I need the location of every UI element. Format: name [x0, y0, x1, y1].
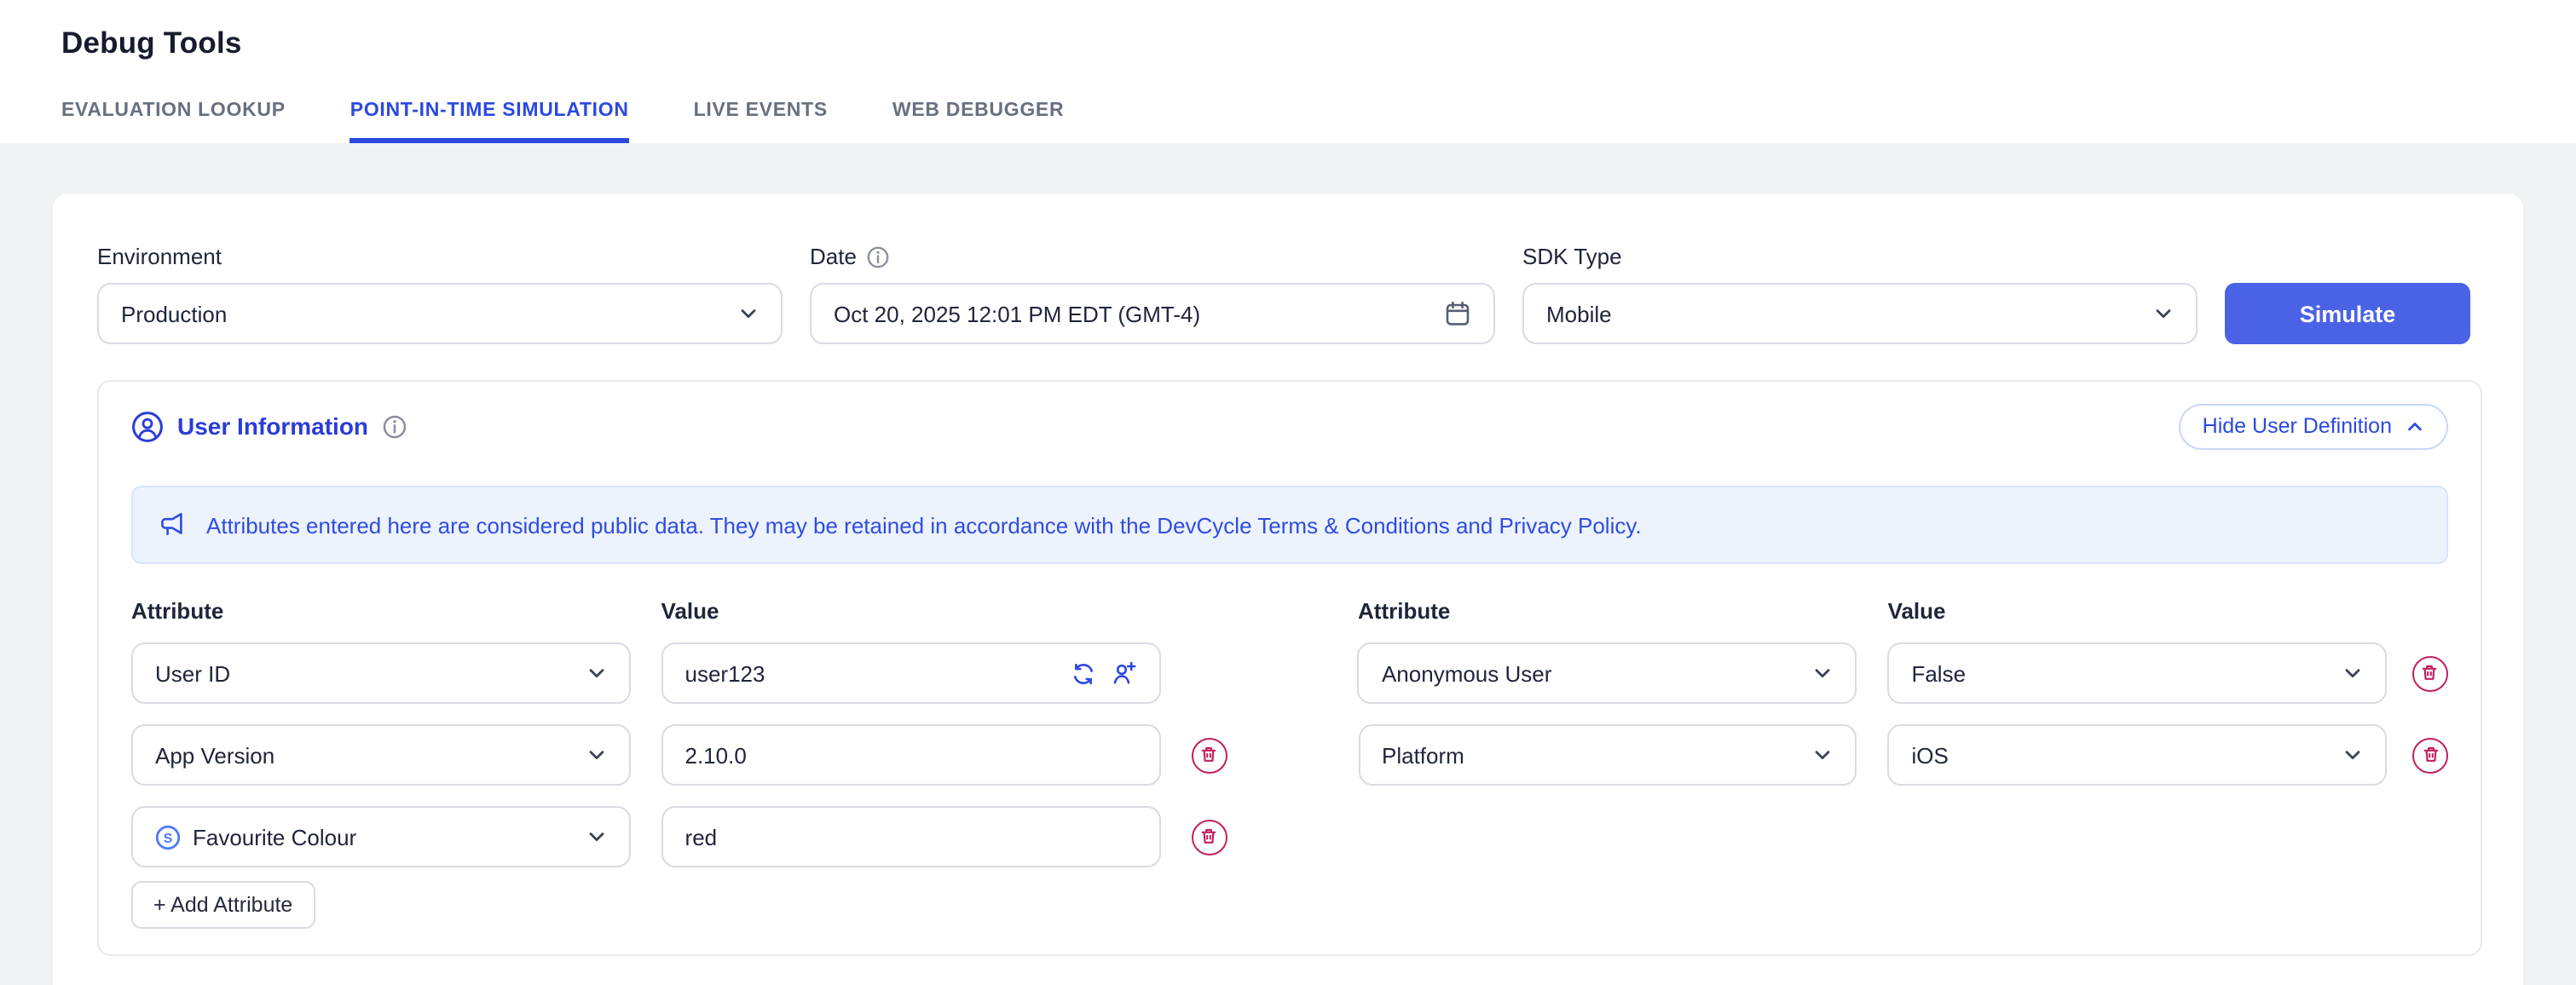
attribute-name: Favourite Colour	[193, 824, 356, 850]
attribute-column-header: Attribute	[131, 600, 631, 622]
chevron-down-icon	[586, 745, 607, 765]
debug-tools-page: Debug Tools EVALUATION LOOKUP POINT-IN-T…	[0, 0, 2576, 985]
tab-evaluation-lookup[interactable]: EVALUATION LOOKUP	[61, 101, 286, 143]
attribute-column-header: Attribute	[1358, 600, 1857, 622]
delete-attribute-button[interactable]	[2412, 737, 2448, 773]
attribute-grid-headers: Attribute Value Attribute Value	[131, 600, 2448, 622]
simulation-controls-row: Environment Production Date	[97, 245, 2482, 344]
attribute-name: Platform	[1382, 742, 1464, 768]
user-id-input[interactable]	[685, 660, 1057, 686]
chevron-up-icon	[2406, 417, 2424, 435]
add-user-icon[interactable]	[1109, 660, 1136, 687]
date-input-box	[810, 283, 1495, 344]
chevron-down-icon	[2342, 663, 2363, 683]
chevron-down-icon	[2153, 303, 2174, 324]
date-field: Date	[810, 245, 1495, 344]
attribute-name: User ID	[155, 660, 230, 686]
date-label: Date	[810, 245, 857, 269]
simulation-card: Environment Production Date	[53, 194, 2523, 985]
chevron-down-icon	[1812, 663, 1833, 683]
user-id-value-box	[661, 642, 1161, 704]
attribute-rows: User ID	[131, 642, 2448, 867]
add-attribute-button[interactable]: + Add Attribute	[131, 881, 315, 929]
info-icon[interactable]	[867, 245, 891, 269]
environment-label: Environment	[97, 245, 783, 269]
hide-user-definition-label: Hide User Definition	[2203, 414, 2392, 438]
attribute-select-app-version[interactable]: App Version	[131, 724, 631, 786]
favourite-colour-value-box	[661, 806, 1161, 867]
tab-point-in-time-simulation[interactable]: POINT-IN-TIME SIMULATION	[350, 101, 629, 143]
environment-value: Production	[121, 301, 227, 326]
tab-live-events[interactable]: LIVE EVENTS	[694, 101, 828, 143]
attribute-name: App Version	[155, 742, 274, 768]
value-column-header: Value	[1888, 600, 2388, 622]
public-data-notice-banner: Attributes entered here are considered p…	[131, 486, 2448, 564]
svg-text:S: S	[164, 831, 173, 845]
info-icon[interactable]	[382, 413, 407, 439]
simulate-button[interactable]: Simulate	[2225, 283, 2470, 344]
chevron-down-icon	[1813, 745, 1834, 765]
environment-select[interactable]: Production	[97, 283, 783, 344]
app-version-value-box	[661, 724, 1161, 786]
attribute-value: False	[1911, 660, 1966, 686]
attribute-row: S Favourite Colour	[131, 806, 2448, 867]
attribute-select-platform[interactable]: Platform	[1358, 724, 1857, 786]
tab-bar: EVALUATION LOOKUP POINT-IN-TIME SIMULATI…	[61, 101, 1064, 143]
public-data-notice-text: Attributes entered here are considered p…	[206, 512, 1642, 538]
date-input[interactable]	[834, 301, 1444, 326]
user-information-header: User Information Hide User Definition	[131, 402, 2448, 450]
delete-attribute-button[interactable]	[1191, 737, 1227, 773]
page-title: Debug Tools	[61, 26, 242, 61]
sdk-type-label: SDK Type	[1522, 245, 2198, 269]
attribute-row: User ID	[131, 642, 2448, 704]
main-content: Environment Production Date	[0, 143, 2576, 985]
hide-user-definition-button[interactable]: Hide User Definition	[2179, 403, 2448, 449]
attribute-select-favourite-colour[interactable]: S Favourite Colour	[131, 806, 631, 867]
sdk-type-value: Mobile	[1546, 301, 1612, 326]
sdk-type-field: SDK Type Mobile	[1522, 245, 2198, 344]
calendar-icon[interactable]	[1444, 300, 1471, 327]
favourite-colour-input[interactable]	[685, 824, 1137, 850]
page-header: Debug Tools EVALUATION LOOKUP POINT-IN-T…	[0, 0, 2576, 143]
user-circle-icon	[131, 410, 164, 442]
delete-attribute-button[interactable]	[2412, 655, 2448, 691]
tab-web-debugger[interactable]: WEB DEBUGGER	[892, 101, 1064, 143]
string-type-icon: S	[155, 824, 181, 850]
attribute-value: iOS	[1912, 742, 1949, 768]
environment-field: Environment Production	[97, 245, 783, 344]
chevron-down-icon	[2342, 745, 2363, 765]
attribute-select-user-id[interactable]: User ID	[131, 642, 631, 704]
chevron-down-icon	[738, 303, 759, 324]
chevron-down-icon	[586, 827, 607, 847]
delete-attribute-button[interactable]	[1191, 819, 1227, 855]
anonymous-user-value-select[interactable]: False	[1887, 642, 2387, 704]
chevron-down-icon	[586, 663, 607, 683]
platform-value-select[interactable]: iOS	[1888, 724, 2388, 786]
attribute-name: Anonymous User	[1382, 660, 1551, 686]
refresh-icon[interactable]	[1070, 660, 1095, 686]
value-column-header: Value	[661, 600, 1161, 622]
attribute-row: App Version Platform	[131, 724, 2448, 786]
megaphone-icon	[157, 510, 188, 540]
sdk-type-select[interactable]: Mobile	[1522, 283, 2198, 344]
attribute-select-anonymous-user[interactable]: Anonymous User	[1358, 642, 1857, 704]
user-information-section: User Information Hide User Definition	[97, 380, 2482, 956]
user-information-title: User Information	[177, 412, 368, 440]
app-version-input[interactable]	[685, 742, 1137, 768]
